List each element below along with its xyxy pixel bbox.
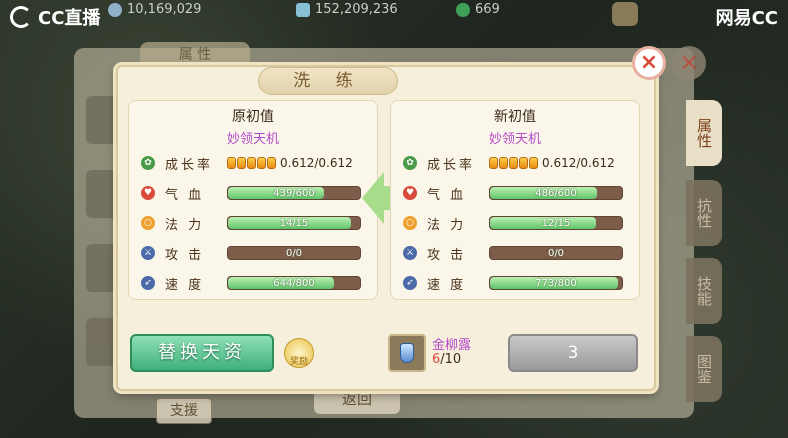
attack-row: ⚔ 攻 击 0/0: [141, 243, 361, 263]
growth-bead: [237, 157, 246, 169]
sword-icon: ⚔: [403, 246, 417, 260]
wash-button[interactable]: 3: [508, 334, 638, 372]
card-subtitle: 妙领天机: [488, 132, 541, 147]
speed-value: 644/800: [273, 278, 315, 289]
netease-cc-watermark: 网易CC: [715, 8, 778, 29]
attack-label: 攻 击: [427, 247, 467, 263]
attack-row: ⚔ 攻 击 0/0: [403, 243, 623, 263]
bag-icon[interactable]: [612, 2, 638, 26]
sword-icon: ⚔: [141, 246, 155, 260]
mp-label: 法 力: [427, 217, 467, 233]
growth-beads: [227, 157, 276, 169]
original-values-card: 原初值 妙领天机 ✿ 成长率 0.612/0.612 ♥ 气 血 439/600…: [128, 100, 378, 300]
attack-bar: 0/0: [489, 246, 623, 260]
mp-value: 12/15: [541, 218, 571, 229]
speed-label: 速 度: [427, 277, 467, 293]
new-values-card: 新初值 妙领天机 ✿ 成长率 0.612/0.612 ♥ 气 血 486/600…: [390, 100, 640, 300]
speed-bar: 773/800: [489, 276, 623, 290]
growth-beads: [489, 157, 538, 169]
speed-bar: 644/800: [227, 276, 361, 290]
growth-bead: [227, 157, 236, 169]
tab-attributes[interactable]: 属性: [686, 100, 722, 166]
speed-row: ➶ 速 度 773/800: [403, 273, 623, 293]
speed-label: 速 度: [165, 277, 205, 293]
heart-icon: ♥: [403, 186, 417, 200]
mp-row: ○ 法 力 12/15: [403, 213, 623, 233]
speed-value: 773/800: [535, 278, 577, 289]
card-subtitle: 妙领天机: [226, 132, 279, 147]
close-button[interactable]: ×: [632, 46, 666, 80]
mp-bar: 14/15: [227, 216, 361, 230]
gem-counter: 152,209,236: [296, 2, 398, 17]
tab-handbook[interactable]: 图鉴: [686, 336, 722, 402]
hp-bar: 486/600: [489, 186, 623, 200]
growth-bead: [257, 157, 266, 169]
attack-label: 攻 击: [165, 247, 205, 263]
growth-value: 0.612/0.612: [280, 156, 353, 170]
cc-logo-icon: [10, 6, 32, 28]
hp-row: ♥ 气 血 486/600: [403, 183, 623, 203]
hp-row: ♥ 气 血 439/600: [141, 183, 361, 203]
hp-label: 气 血: [427, 187, 467, 203]
growth-row: ✿ 成长率 0.612/0.612: [141, 153, 353, 173]
attack-bar: 0/0: [227, 246, 361, 260]
support-button[interactable]: 支援: [156, 398, 212, 424]
potion-icon: [400, 343, 414, 363]
pet-panel-close-icon[interactable]: ×: [672, 46, 706, 80]
silver-coin-icon: [108, 2, 122, 17]
growth-bead: [509, 157, 518, 169]
mp-value: 14/15: [279, 218, 309, 229]
reward-badge-icon[interactable]: 奖励: [284, 338, 314, 368]
leaf-icon: ✿: [141, 156, 155, 170]
growth-bead: [519, 157, 528, 169]
hp-value: 439/600: [273, 188, 315, 199]
speed-icon: ➶: [141, 276, 155, 290]
replace-aptitude-button[interactable]: 替换天资: [130, 334, 274, 372]
card-title: 新初值: [494, 109, 536, 125]
growth-label: 成长率: [165, 157, 214, 173]
mp-row: ○ 法 力 14/15: [141, 213, 361, 233]
gem-icon: [296, 2, 310, 17]
item-name: 金柳露: [432, 338, 472, 353]
attack-value: 0/0: [285, 248, 303, 259]
silver-coin-counter: 10,169,029: [108, 2, 201, 17]
growth-bead: [529, 157, 538, 169]
growth-row: ✿ 成长率 0.612/0.612: [403, 153, 615, 173]
growth-bead: [489, 157, 498, 169]
leaf-icon: ✿: [403, 156, 417, 170]
growth-bead: [247, 157, 256, 169]
growth-bead: [499, 157, 508, 169]
mp-label: 法 力: [165, 217, 205, 233]
mp-bar: 12/15: [489, 216, 623, 230]
growth-label: 成长率: [427, 157, 476, 173]
tab-resistance[interactable]: 抗性: [686, 180, 722, 246]
speed-icon: ➶: [403, 276, 417, 290]
hp-bar: 439/600: [227, 186, 361, 200]
hp-value: 486/600: [535, 188, 577, 199]
speed-row: ➶ 速 度 644/800: [141, 273, 361, 293]
jade-icon: [456, 2, 470, 17]
jade-counter: 669: [456, 2, 500, 17]
mana-icon: ○: [403, 216, 417, 230]
heart-icon: ♥: [141, 186, 155, 200]
growth-value: 0.612/0.612: [542, 156, 615, 170]
card-title: 原初值: [232, 109, 274, 125]
growth-bead: [267, 157, 276, 169]
dialog-title: 洗 练: [258, 67, 398, 95]
cc-live-logo: CC直播: [10, 4, 100, 30]
item-slot[interactable]: [388, 334, 426, 372]
mana-icon: ○: [141, 216, 155, 230]
top-resource-bar: CC直播 10,169,029 152,209,236 669 网易CC: [0, 0, 788, 30]
attack-value: 0/0: [547, 248, 565, 259]
hp-label: 气 血: [165, 187, 205, 203]
item-count: 6/10: [432, 352, 462, 367]
tab-skills[interactable]: 技能: [686, 258, 722, 324]
